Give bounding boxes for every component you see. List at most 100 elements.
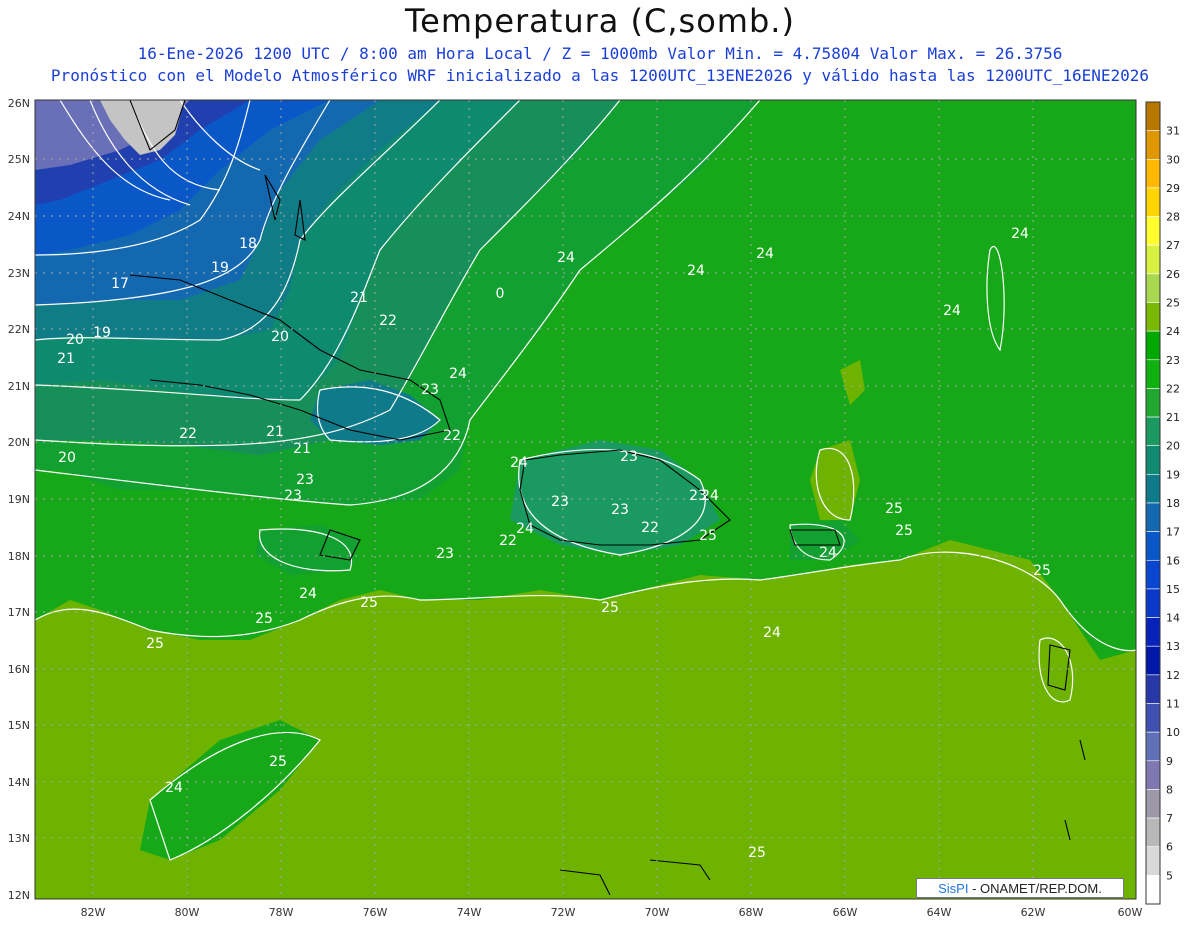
lat-label: 23N <box>8 267 30 280</box>
contour-label: 24 <box>943 303 961 319</box>
colorbar-label: 27 <box>1166 239 1180 252</box>
colorbar-swatch <box>1145 617 1161 647</box>
contour-label: 25 <box>255 611 273 627</box>
contour-label: 17 <box>111 276 129 292</box>
colorbar-label: 23 <box>1166 354 1180 367</box>
contour-label: 24 <box>449 366 467 382</box>
contour-label: 24 <box>819 545 837 561</box>
colorbar-swatch <box>1145 302 1161 332</box>
lon-label: 82W <box>81 906 106 919</box>
shaded-field <box>35 100 1136 899</box>
contour-label: 24 <box>557 250 575 266</box>
credit-brand: SisPI <box>938 881 969 896</box>
colorbar-label: 12 <box>1166 669 1180 682</box>
lon-label: 70W <box>645 906 670 919</box>
contour-label: 24 <box>756 246 774 262</box>
contour-label: 19 <box>211 260 229 276</box>
lon-label: 72W <box>551 906 576 919</box>
colorbar-label: 17 <box>1166 526 1180 539</box>
lat-label: 22N <box>8 323 30 336</box>
colorbar-swatch <box>1145 388 1161 418</box>
colorbar-swatch <box>1145 330 1161 361</box>
colorbar-swatch <box>1145 416 1161 447</box>
colorbar-label: 7 <box>1166 812 1173 825</box>
colorbar-label: 5 <box>1166 869 1173 882</box>
temperature-map: 18 19 17 19 20 21 20 21 22 23 24 0 21 22 23 24 24 24 24 22 2… <box>8 97 1180 919</box>
longitude-labels: 82W 80W 78W 76W 74W 72W 70W 68W 66W 64W 62W 60W <box>81 906 1143 919</box>
contour-label: 25 <box>601 600 619 616</box>
contour-label: 23 <box>620 449 638 465</box>
colorbar-swatch <box>1145 645 1161 676</box>
colorbar-label: 15 <box>1166 583 1180 596</box>
contour-label: 21 <box>57 351 75 367</box>
lat-label: 15N <box>8 719 30 732</box>
contour-label: 24 <box>165 780 183 796</box>
credit-text: - ONAMET/REP.DOM. <box>968 881 1102 896</box>
contour-label: 23 <box>284 488 302 504</box>
contour-label: 24 <box>299 586 317 602</box>
lat-label: 12N <box>8 889 30 902</box>
contour-label: 25 <box>269 754 287 770</box>
contour-label: 21 <box>350 290 368 306</box>
contour-label: 22 <box>443 428 461 444</box>
lon-label: 76W <box>363 906 388 919</box>
contour-label: 25 <box>885 501 903 517</box>
colorbar-swatch <box>1145 846 1161 876</box>
colorbar-label: 6 <box>1166 841 1173 854</box>
colorbar-label: 16 <box>1166 554 1180 567</box>
lat-label: 16N <box>8 663 30 676</box>
colorbar-label: 28 <box>1166 211 1180 224</box>
colorbar-swatch <box>1145 502 1161 532</box>
lat-label: 25N <box>8 153 30 166</box>
colorbar-label: 20 <box>1166 440 1180 453</box>
lat-label: 20N <box>8 436 30 449</box>
contour-label: 0 <box>496 286 505 302</box>
colorbar-swatch <box>1145 674 1161 704</box>
colorbar-label: 18 <box>1166 497 1180 510</box>
contour-label: 20 <box>58 450 76 466</box>
colorbar-label: 13 <box>1166 640 1180 653</box>
colorbar-swatch <box>1145 445 1161 475</box>
colorbar-swatch <box>1145 474 1161 504</box>
lat-label: 26N <box>8 97 30 110</box>
colorbar-label: 9 <box>1166 755 1173 768</box>
colorbar-label: 14 <box>1166 612 1180 625</box>
contour-label: 24 <box>516 521 534 537</box>
colorbar-swatch <box>1145 703 1161 733</box>
contour-label: 21 <box>266 424 284 440</box>
contour-label: 25 <box>699 528 717 544</box>
colorbar-swatch <box>1145 158 1161 189</box>
contour-label: 21 <box>293 441 311 457</box>
contour-label: 25 <box>895 523 913 539</box>
colorbar-swatch <box>1145 216 1161 246</box>
lat-label: 21N <box>8 380 30 393</box>
colorbar-swatch <box>1145 273 1161 303</box>
colorbar-swatch <box>1145 875 1161 905</box>
lon-label: 74W <box>457 906 482 919</box>
lat-label: 19N <box>8 493 30 506</box>
colorbar-label: 22 <box>1166 382 1180 395</box>
colorbar-swatch <box>1145 244 1161 275</box>
lon-label: 66W <box>833 906 858 919</box>
colorbar-swatch <box>1145 531 1161 561</box>
colorbar-label: 24 <box>1166 325 1180 338</box>
colorbar-swatch <box>1145 588 1161 618</box>
contour-label: 25 <box>360 595 378 611</box>
colorbar-swatch <box>1145 559 1161 590</box>
contour-label: 22 <box>179 426 197 442</box>
lat-label: 13N <box>8 832 30 845</box>
lat-label: 14N <box>8 776 30 789</box>
contour-label: 23 <box>436 546 454 562</box>
colorbar-label: 19 <box>1166 468 1180 481</box>
colorbar-label: 10 <box>1166 726 1180 739</box>
lon-label: 64W <box>927 906 952 919</box>
colorbar-label: 30 <box>1166 153 1180 166</box>
colorbar-label: 31 <box>1166 125 1180 138</box>
colorbar-swatch <box>1145 187 1161 217</box>
lat-label: 18N <box>8 550 30 563</box>
lon-label: 78W <box>269 906 294 919</box>
contour-label: 25 <box>1033 563 1051 579</box>
colorbar-label: 29 <box>1166 182 1180 195</box>
latitude-labels: 26N 25N 24N 23N 22N 21N 20N 19N 18N 17N 16N 15N 14N 1… <box>8 97 30 902</box>
colorbar-swatch <box>1145 760 1161 790</box>
